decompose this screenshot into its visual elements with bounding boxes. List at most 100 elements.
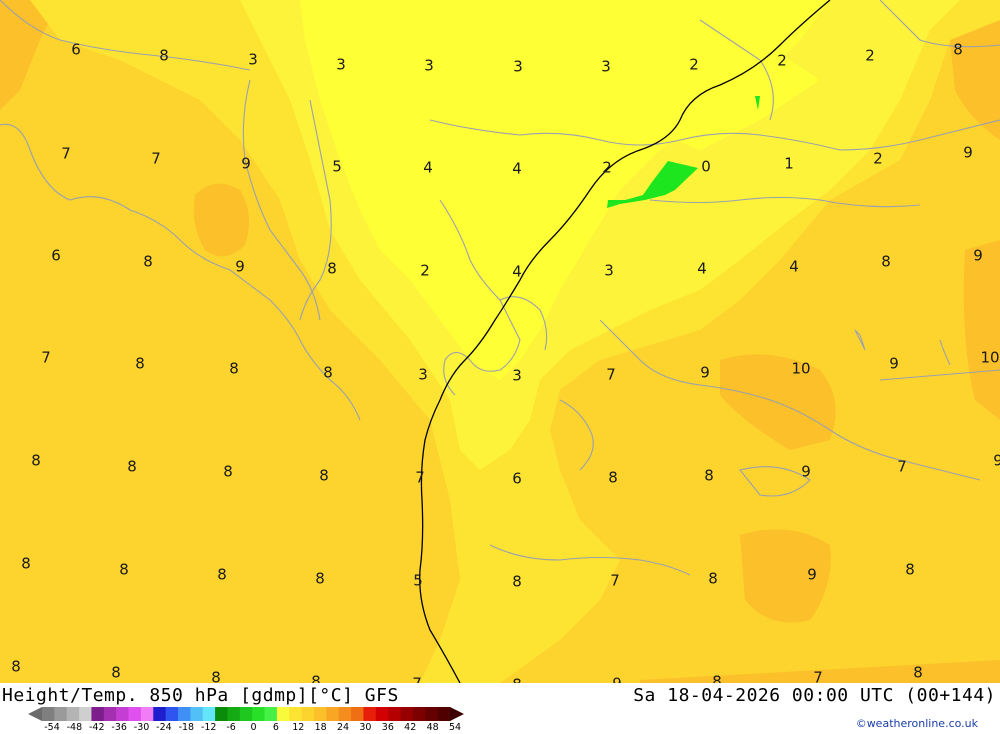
colorbar-tick-label: 18 [314,722,327,733]
colorbar-segment [326,707,340,721]
colorbar-tick-label: 0 [250,722,257,733]
temperature-label: 4 [512,159,522,178]
temperature-label: 7 [813,668,823,683]
temperature-label: 3 [424,56,434,75]
temperature-label: 3 [513,57,523,76]
temperature-label: 6 [71,40,81,59]
credit-link[interactable]: ©weatheronline.co.uk [856,717,978,730]
colorbar-tick-label: -48 [66,722,83,733]
colorbar-segment [338,707,352,721]
temperature-label: 7 [897,457,907,476]
temperature-label: 8 [127,457,137,476]
temperature-label: 8 [512,572,522,591]
temperature-label: 8 [311,672,321,683]
temperature-label: 8 [704,466,714,485]
temperature-label: 8 [211,668,221,683]
temperature-label: 3 [512,366,522,385]
temperature-label: 9 [889,354,899,373]
colorbar-segment [190,707,204,721]
colorbar-segment [215,707,228,721]
colorbar-segment [314,707,327,721]
colorbar-tick-label: -24 [156,722,172,733]
colorbar-segment [412,707,426,721]
temperature-label: 9 [963,143,973,162]
colorbar-arrow-high [450,707,464,721]
temperature-label: 7 [41,348,51,367]
temperature-label: 3 [248,50,258,69]
temperature-label: 5 [413,571,423,590]
temperature-label: 3 [336,55,346,74]
map-title: Height/Temp. 850 hPa [gdmp][°C] GFS [2,685,399,706]
valid-time: Sa 18-04-2026 00:00 UTC (00+144) [633,685,996,706]
temperature-label: 8 [119,560,129,579]
colorbar-segment [153,707,167,721]
temperature-label: 8 [708,569,718,588]
colorbar-segment [227,707,241,721]
temperature-label: 8 [21,554,31,573]
colorbar-tick-label: 30 [359,722,372,733]
colorbar-segment [128,707,142,721]
temperature-label: 6 [512,469,522,488]
temperature-label: 4 [789,257,799,276]
temperature-label: 8 [143,252,153,271]
temperature-label: 2 [865,46,875,65]
colorbar-tick-label: 6 [272,722,279,733]
temperature-label: 7 [610,571,620,590]
temperature-label: 1 [784,154,794,173]
temperature-label: 8 [327,259,337,278]
colorbar-tick-label: 36 [381,722,394,733]
colorbar-tick-label: -36 [111,722,127,733]
temperature-label: 3 [601,57,611,76]
colorbar-segment [165,707,179,721]
temperature-label: 9 [993,451,1000,470]
temperature-label: 8 [159,46,169,65]
temperature-field [0,0,1000,683]
colorbar-segment [276,707,290,721]
colorbar-segment [264,707,278,721]
colorbar-tick-label: -12 [200,722,217,733]
temperature-label: 9 [807,565,817,584]
temperature-label: 8 [223,462,233,481]
temperature-label: 8 [11,657,21,676]
colorbar-tick-label: -6 [226,722,236,733]
temperature-label: 5 [332,157,342,176]
temperature-label: 2 [602,158,612,177]
colorbar-tick-label: -54 [44,722,60,733]
temperature-label: 9 [700,363,710,382]
temperature-label: 2 [873,149,883,168]
colorbar-tick-label: 42 [404,722,417,733]
colorbar-segment [79,707,92,721]
temperature-label: 8 [712,672,722,683]
temperature-label: 2 [689,55,699,74]
map-area: 6833333222877954420129689824344897888337… [0,0,1000,683]
colorbar-segment [363,707,377,721]
temperature-label: 8 [323,363,333,382]
temperature-label: 8 [905,560,915,579]
colorbar-segment [54,707,68,721]
colorbar-segment [202,707,216,721]
colorbar-segment [252,707,266,721]
colorbar [28,707,464,721]
colorbar-segment [375,707,389,721]
colorbar-segment [437,707,451,721]
colorbar-segment [103,707,117,721]
colorbar-segment [351,707,364,721]
temperature-label: 9 [235,257,245,276]
temperature-label: 9 [241,154,251,173]
temperature-label: 8 [111,663,121,682]
temperature-label: 8 [953,40,963,59]
colorbar-segment [239,707,253,721]
colorbar-segment [116,707,130,721]
colorbar-segment [301,707,315,721]
colorbar-segment [400,707,414,721]
temperature-label: 8 [881,252,891,271]
temperature-label: 4 [423,158,433,177]
colorbar-tick-label: -30 [133,722,150,733]
temperature-label: 7 [61,144,71,163]
temperature-label: 4 [697,259,707,278]
temperature-label: 0 [701,157,711,176]
temperature-label: 7 [606,365,616,384]
temperature-label: 3 [604,261,614,280]
colorbar-ticks: -54 -48 -42 -36 -30 -24 -18 -12 -6 0 6 12 18 24 30 36 42… [0,722,480,734]
temperature-label: 2 [420,261,430,280]
